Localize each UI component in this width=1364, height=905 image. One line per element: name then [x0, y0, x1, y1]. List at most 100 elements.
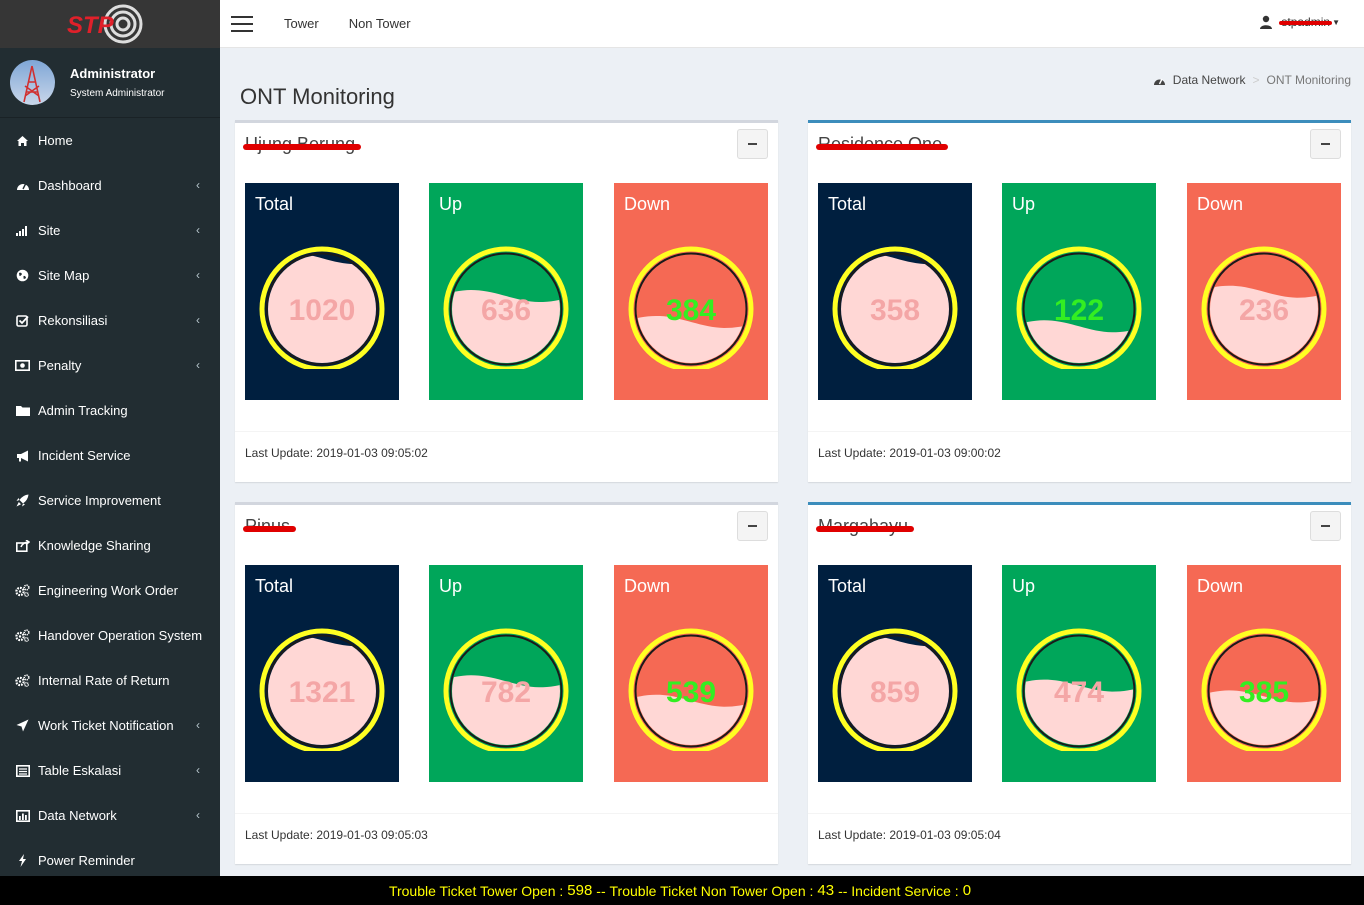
- gauge-value-down: 539: [666, 676, 716, 709]
- sidebar-item-label: Power Reminder: [38, 853, 135, 868]
- nav-tower[interactable]: Tower: [284, 16, 319, 31]
- ticker-separator: --: [596, 882, 606, 899]
- sidebar-item-dashboard[interactable]: Dashboard ‹: [0, 163, 220, 208]
- top-navbar: Tower Non Tower stpadmin ▼: [220, 0, 1364, 48]
- send-icon: [15, 719, 30, 732]
- collapse-button[interactable]: [737, 129, 768, 159]
- tile-up: Up 122: [1002, 183, 1156, 400]
- tile-label-total: Total: [828, 194, 867, 214]
- gauge-value-down: 236: [1239, 294, 1289, 327]
- ticker-incident-label: Incident Service :: [851, 882, 959, 899]
- sidebar-item-handover-operation-system[interactable]: Handover Operation System: [0, 613, 220, 658]
- list-icon: [15, 764, 30, 777]
- collapse-button[interactable]: [1310, 129, 1341, 159]
- tile-label-down: Down: [1197, 576, 1244, 596]
- tower-avatar-icon: [23, 65, 41, 103]
- tile-row: Total 1020 Up 636 Down 384: [245, 183, 768, 400]
- chevron-left-icon: ‹: [196, 223, 200, 237]
- tile-down: Down 385: [1187, 565, 1341, 782]
- gauge-value-down: 385: [1239, 676, 1289, 709]
- tile-label-total: Total: [255, 576, 294, 596]
- panel-title: Margahayu: [816, 516, 915, 537]
- last-update-text: Last Update: 2019-01-03 09:05:04: [818, 828, 1001, 842]
- stp-logo-icon: STP: [67, 4, 143, 44]
- cogs-icon: [15, 674, 30, 687]
- panel-header: Ujung Berung: [235, 123, 778, 167]
- collapse-button[interactable]: [737, 511, 768, 541]
- user-name: Administrator: [70, 66, 156, 81]
- avatar[interactable]: [10, 60, 55, 105]
- panel-footer: Last Update: 2019-01-03 09:00:02: [808, 431, 1351, 483]
- user-role: System Administrator: [70, 88, 165, 99]
- user-icon: [1260, 15, 1273, 29]
- tile-up: Up 782: [429, 565, 583, 782]
- tile-row: Total 859 Up 474 Down 385: [818, 565, 1341, 782]
- sidebar-item-label: Data Network: [38, 808, 117, 823]
- sidebar-item-work-ticket-notification[interactable]: Work Ticket Notification ‹: [0, 703, 220, 748]
- sidebar-item-label: Handover Operation System: [38, 628, 203, 643]
- gauge-total: 358: [832, 246, 958, 369]
- tile-up: Up 636: [429, 183, 583, 400]
- sidebar-item-penalty[interactable]: Penalty ‹: [0, 343, 220, 388]
- minus-icon: [1321, 525, 1330, 527]
- panel-footer: Last Update: 2019-01-03 09:05:03: [235, 813, 778, 865]
- sidebar-item-home[interactable]: Home: [0, 118, 220, 163]
- chevron-left-icon: ‹: [196, 763, 200, 777]
- gauge-up: 782: [443, 628, 569, 751]
- tile-total: Total 1321: [245, 565, 399, 782]
- gauge-down: 385: [1201, 628, 1327, 751]
- tile-row: Total 358 Up 122 Down 236: [818, 183, 1341, 400]
- last-update-text: Last Update: 2019-01-03 09:05:03: [245, 828, 428, 842]
- sidebar-item-knowledge-sharing[interactable]: Knowledge Sharing: [0, 523, 220, 568]
- gauge-value-total: 1020: [289, 294, 356, 327]
- panel-header: Pinus: [235, 505, 778, 549]
- sidebar-item-label: Engineering Work Order: [38, 583, 178, 598]
- sidebar-item-site-map[interactable]: Site Map ‹: [0, 253, 220, 298]
- sidebar-item-data-network[interactable]: Data Network ‹: [0, 793, 220, 838]
- chevron-left-icon: ‹: [196, 808, 200, 822]
- breadcrumb-parent[interactable]: Data Network: [1173, 73, 1246, 87]
- sidebar-item-label: Site: [38, 223, 61, 238]
- sidebar-item-engineering-work-order[interactable]: Engineering Work Order: [0, 568, 220, 613]
- collapse-button[interactable]: [1310, 511, 1341, 541]
- gauge-value-total: 358: [870, 294, 920, 327]
- ont-panel: Pinus Total 1321 Up 782 Down 539 Last Update: 2…: [235, 502, 778, 864]
- cogs-icon: [15, 584, 30, 597]
- sidebar-item-label: Penalty: [38, 358, 82, 373]
- breadcrumb-separator: >: [1252, 73, 1260, 87]
- sidebar-item-internal-rate-of-return[interactable]: Internal Rate of Return: [0, 658, 220, 703]
- tile-label-up: Up: [1012, 194, 1036, 214]
- ticker-separator: --: [838, 882, 848, 899]
- tile-down: Down 539: [614, 565, 768, 782]
- cogs-icon: [15, 629, 30, 642]
- chevron-left-icon: ‹: [196, 268, 200, 282]
- brand-logo[interactable]: STP: [0, 0, 220, 48]
- share-icon: [15, 539, 30, 552]
- sidebar-item-incident-service[interactable]: Incident Service: [0, 433, 220, 478]
- tile-label-total: Total: [255, 194, 294, 214]
- redaction-mark: [243, 526, 297, 532]
- gauge-down: 236: [1201, 246, 1327, 369]
- gauge-value-up: 782: [481, 676, 531, 709]
- tile-label-down: Down: [1197, 194, 1244, 214]
- sidebar-menu: Home Dashboard ‹ Site ‹ Site Map ‹ Rekonsiliasi…: [0, 118, 220, 883]
- ticker-nontower-label: Trouble Ticket Non Tower Open :: [609, 882, 814, 899]
- breadcrumb-current: ONT Monitoring: [1266, 73, 1351, 87]
- sidebar-item-rekonsiliasi[interactable]: Rekonsiliasi ‹: [0, 298, 220, 343]
- tile-total: Total 859: [818, 565, 972, 782]
- signal-icon: [15, 225, 30, 236]
- menu-toggle-icon[interactable]: [231, 15, 253, 32]
- sidebar-item-table-eskalasi[interactable]: Table Eskalasi ‹: [0, 748, 220, 793]
- tile-up: Up 474: [1002, 565, 1156, 782]
- sidebar-item-service-improvement[interactable]: Service Improvement: [0, 478, 220, 523]
- nav-non-tower[interactable]: Non Tower: [349, 16, 411, 31]
- sidebar-item-label: Admin Tracking: [38, 403, 128, 418]
- user-menu[interactable]: stpadmin ▼: [1259, 15, 1340, 29]
- chevron-left-icon: ‹: [196, 313, 200, 327]
- gauge-value-up: 636: [481, 294, 531, 327]
- gauge-total: 859: [832, 628, 958, 751]
- sidebar-item-site[interactable]: Site ‹: [0, 208, 220, 253]
- ticker-tower-label: Trouble Ticket Tower Open :: [388, 882, 564, 899]
- sidebar-item-admin-tracking[interactable]: Admin Tracking: [0, 388, 220, 433]
- gauge-value-down: 384: [666, 294, 716, 327]
